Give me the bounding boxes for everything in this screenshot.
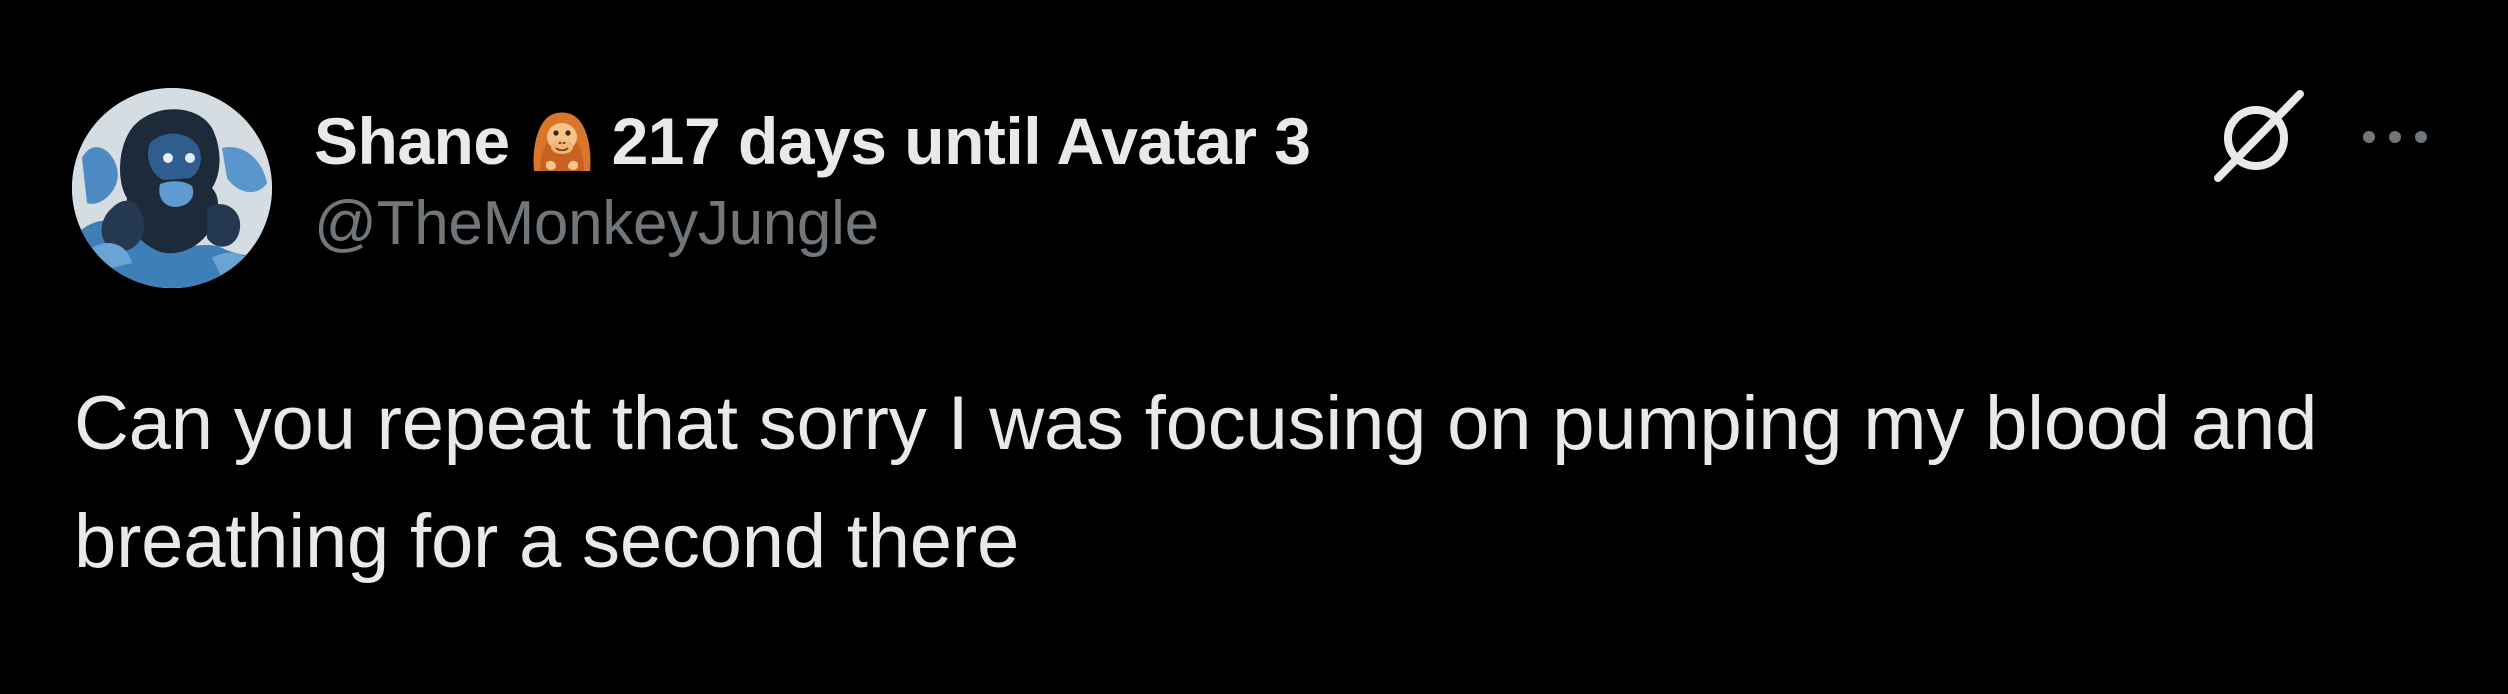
author-info: Shane 217 days until Avatar 3 @TheMonkey… xyxy=(314,100,2014,259)
tweet-text: Can you repeat that sorry I was focusing… xyxy=(74,381,2318,584)
grok-icon[interactable] xyxy=(2208,86,2308,186)
tweet-card: Shane 217 days until Avatar 3 @TheMonkey… xyxy=(0,0,2508,694)
author-name-suffix[interactable]: 217 days until Avatar 3 xyxy=(612,103,1311,179)
gorilla-avatar-icon xyxy=(72,88,272,288)
author-avatar[interactable] xyxy=(72,88,272,288)
author-name-row[interactable]: Shane 217 days until Avatar 3 xyxy=(314,100,2014,182)
author-display-name[interactable]: Shane xyxy=(314,103,510,179)
author-handle[interactable]: @TheMonkeyJungle xyxy=(314,188,2014,259)
orangutan-emoji-icon xyxy=(526,105,598,177)
more-options-icon[interactable] xyxy=(2355,112,2435,162)
